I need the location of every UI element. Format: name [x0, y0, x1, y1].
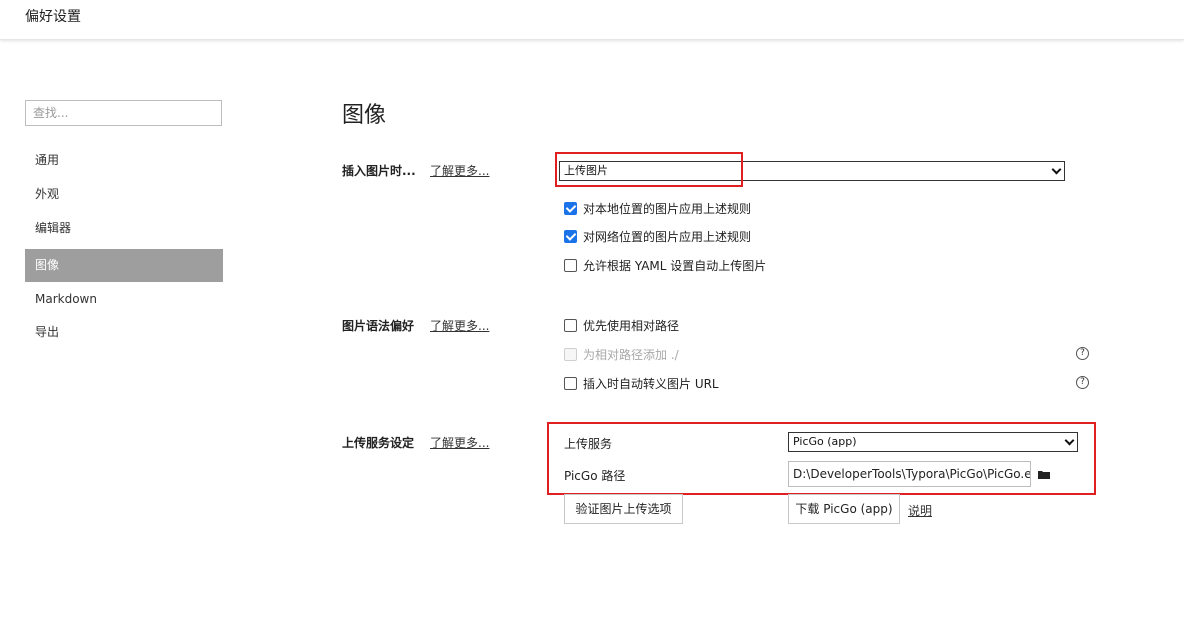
sidebar-item-appearance[interactable]: 外观 — [25, 178, 223, 211]
highlight-box-insert-action — [555, 152, 743, 187]
picgo-path-input[interactable]: D:\DeveloperTools\Typora\PicGo\PicGo.exe — [788, 461, 1031, 487]
checkbox-add-dot-slash — [564, 347, 577, 361]
sidebar-item-markdown[interactable]: Markdown — [25, 283, 223, 316]
chevron-down-icon — [1064, 435, 1075, 446]
checkbox-apply-local[interactable] — [564, 201, 577, 215]
upload-service-label: 上传服务 — [564, 437, 613, 451]
sidebar-item-editor[interactable]: 编辑器 — [25, 212, 223, 245]
folder-icon[interactable] — [1038, 470, 1050, 479]
upload-service-value: PicGo (app) — [793, 435, 857, 448]
page-title: 图像 — [342, 103, 387, 128]
option-apply-network[interactable]: 对网络位置的图片应用上述规则 — [564, 227, 751, 245]
checkbox-apply-network[interactable] — [564, 229, 577, 243]
window-title: 偏好设置 — [25, 9, 81, 25]
help-icon[interactable]: ? — [1076, 347, 1089, 360]
checkbox-yaml-upload[interactable] — [564, 258, 577, 272]
verify-upload-button[interactable]: 验证图片上传选项 — [564, 494, 683, 524]
image-syntax-label: 图片语法偏好 — [342, 319, 415, 333]
upload-service-learn-more-link[interactable]: 了解更多... — [430, 434, 489, 451]
option-yaml-upload[interactable]: 允许根据 YAML 设置自动上传图片 — [564, 256, 766, 274]
upload-service-select[interactable]: PicGo (app) — [788, 432, 1078, 452]
sidebar-item-export[interactable]: 导出 — [25, 316, 223, 349]
help-icon[interactable]: ? — [1076, 376, 1089, 389]
option-yaml-upload-label: 允许根据 YAML 设置自动上传图片 — [583, 258, 767, 273]
image-syntax-learn-more-link[interactable]: 了解更多... — [430, 317, 489, 334]
explain-link[interactable]: 说明 — [908, 502, 932, 519]
insert-image-label: 插入图片时... — [342, 164, 416, 178]
insert-image-learn-more-link[interactable]: 了解更多... — [430, 162, 489, 179]
sidebar-item-general[interactable]: 通用 — [25, 144, 223, 177]
download-picgo-button[interactable]: 下载 PicGo (app) — [788, 494, 900, 524]
checkbox-escape-url[interactable] — [564, 376, 577, 390]
option-apply-local[interactable]: 对本地位置的图片应用上述规则 — [564, 199, 751, 217]
search-input[interactable] — [25, 100, 222, 126]
window-titlebar: 偏好设置 — [0, 0, 1184, 40]
option-escape-url[interactable]: 插入时自动转义图片 URL — [564, 374, 719, 392]
picgo-path-label: PicGo 路径 — [564, 469, 626, 483]
option-apply-network-label: 对网络位置的图片应用上述规则 — [583, 229, 752, 244]
option-add-dot-slash: 为相对路径添加 ./ — [564, 345, 679, 363]
upload-service-section-label: 上传服务设定 — [342, 436, 415, 450]
option-prefer-relative[interactable]: 优先使用相对路径 — [564, 316, 679, 334]
checkbox-prefer-relative[interactable] — [564, 318, 577, 332]
option-add-dot-slash-label: 为相对路径添加 ./ — [583, 347, 679, 362]
sidebar-item-image[interactable]: 图像 — [25, 249, 223, 282]
option-apply-local-label: 对本地位置的图片应用上述规则 — [583, 201, 752, 216]
option-escape-url-label: 插入时自动转义图片 URL — [583, 376, 719, 391]
chevron-down-icon — [1051, 164, 1062, 175]
option-prefer-relative-label: 优先使用相对路径 — [583, 318, 680, 333]
